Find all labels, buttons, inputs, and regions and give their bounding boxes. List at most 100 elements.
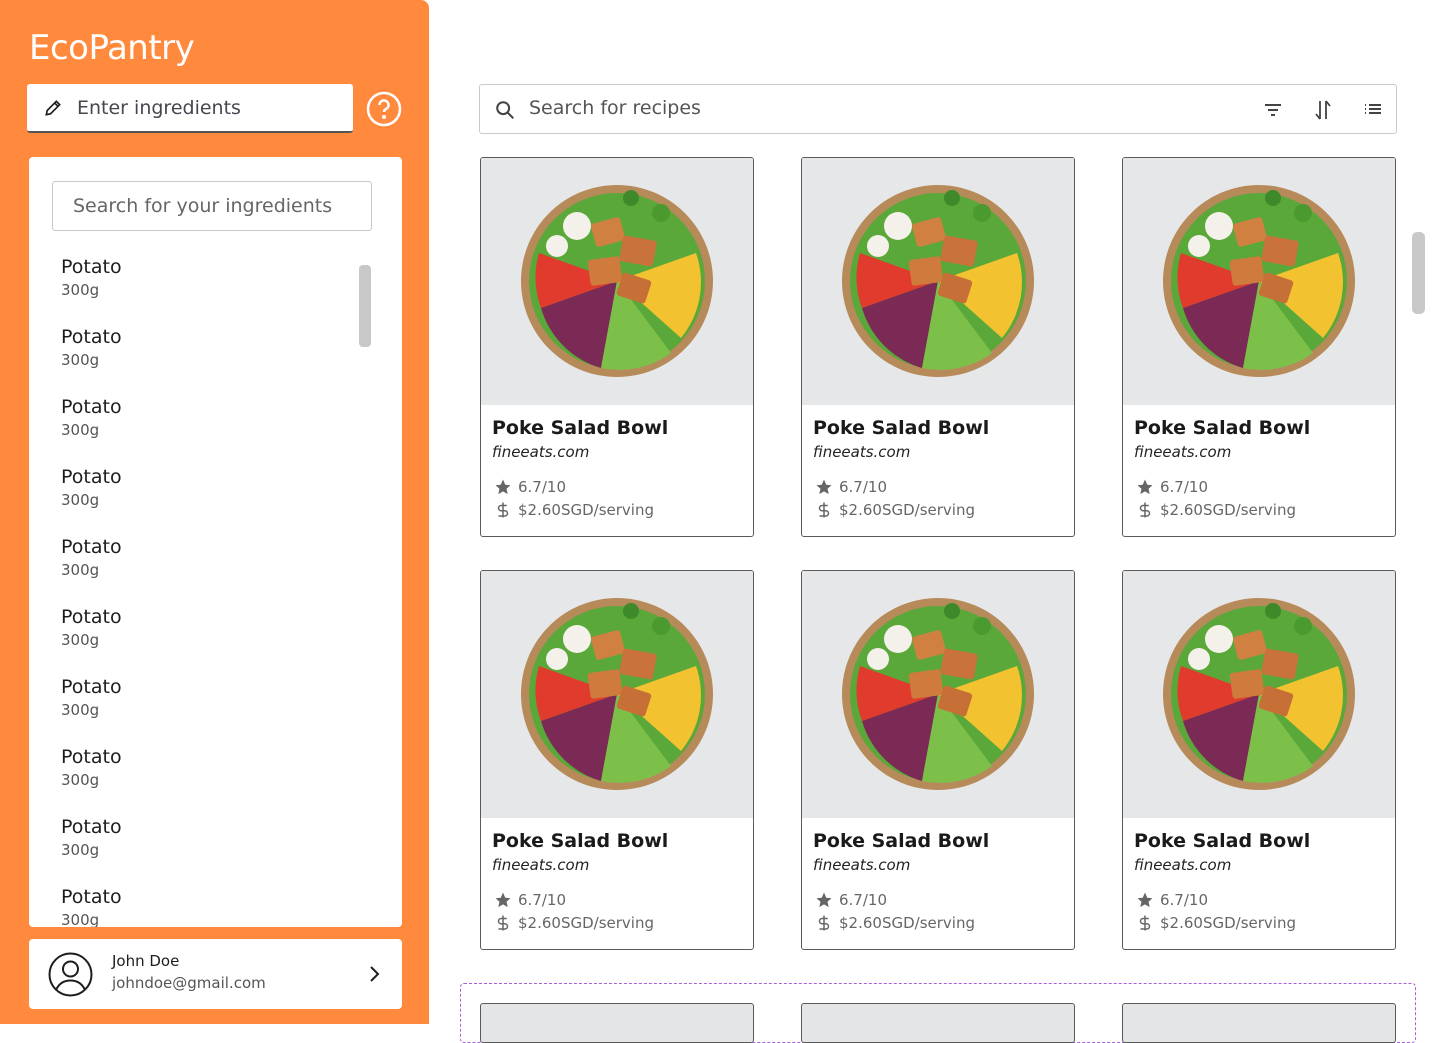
- recipe-price: $2.60SGD/serving: [1136, 501, 1296, 519]
- recipe-card[interactable]: Poke Salad Bowl fineeats.com 6.7/10 $2.6…: [801, 570, 1075, 950]
- chevron-right-icon[interactable]: [364, 963, 384, 985]
- ingredient-item[interactable]: Potato 300g: [61, 815, 341, 885]
- user-avatar-icon: [48, 952, 93, 997]
- user-email: johndoe@gmail.com: [112, 974, 266, 992]
- recipe-search-input[interactable]: [529, 97, 1129, 119]
- ingredient-name: Potato: [61, 886, 122, 908]
- recipe-title: Poke Salad Bowl: [1134, 417, 1311, 439]
- recipe-rating-value: 6.7/10: [518, 891, 566, 909]
- recipe-card[interactable]: Poke Salad Bowl fineeats.com 6.7/10 $2.6…: [1122, 570, 1396, 950]
- dollar-icon: [497, 915, 509, 931]
- ingredient-qty: 300g: [61, 911, 100, 927]
- recipe-price: $2.60SGD/serving: [1136, 914, 1296, 932]
- recipe-price-value: $2.60SGD/serving: [518, 914, 654, 932]
- recipe-price-value: $2.60SGD/serving: [518, 501, 654, 519]
- ingredient-name: Potato: [61, 396, 122, 418]
- filter-icon[interactable]: [1261, 98, 1285, 122]
- recipe-card[interactable]: Poke Salad Bowl fineeats.com 6.7/10 $2.6…: [480, 157, 754, 537]
- user-name: John Doe: [112, 952, 180, 970]
- ingredient-qty: 300g: [61, 281, 100, 299]
- recipe-search-bar[interactable]: [479, 84, 1397, 134]
- dollar-icon: [818, 502, 830, 518]
- star-icon: [816, 479, 832, 495]
- recipe-price: $2.60SGD/serving: [494, 914, 654, 932]
- recipe-price-value: $2.60SGD/serving: [839, 501, 975, 519]
- recipe-rating: 6.7/10: [815, 891, 887, 909]
- ingredient-name: Potato: [61, 606, 122, 628]
- recipe-rating: 6.7/10: [1136, 478, 1208, 496]
- recipe-rating-value: 6.7/10: [1160, 478, 1208, 496]
- pencil-icon: [45, 99, 61, 116]
- list-view-icon[interactable]: [1361, 98, 1385, 122]
- star-icon: [495, 892, 511, 908]
- ingredients-search[interactable]: [52, 181, 372, 231]
- recipe-image: [1123, 571, 1395, 818]
- ingredient-item[interactable]: Potato 300g: [61, 535, 341, 605]
- recipe-image: [481, 571, 753, 818]
- page-scrollbar[interactable]: [1412, 232, 1425, 314]
- dollar-icon: [1139, 915, 1151, 931]
- recipe-source: fineeats.com: [1134, 443, 1232, 461]
- star-icon: [1137, 892, 1153, 908]
- star-icon: [1137, 479, 1153, 495]
- recipe-card-partial[interactable]: [1122, 1003, 1396, 1043]
- ingredient-item[interactable]: Potato 300g: [61, 675, 341, 745]
- recipe-price-value: $2.60SGD/serving: [1160, 501, 1296, 519]
- ingredient-qty: 300g: [61, 491, 100, 509]
- ingredient-name: Potato: [61, 256, 122, 278]
- sidebar: EcoPantry Potato 300g Potato 300g Potato 30…: [0, 0, 429, 1024]
- ingredient-name: Potato: [61, 326, 122, 348]
- ingredient-qty: 300g: [61, 771, 100, 789]
- ingredients-search-input[interactable]: [73, 195, 363, 217]
- ingredient-item[interactable]: Potato 300g: [61, 605, 341, 675]
- recipe-card[interactable]: Poke Salad Bowl fineeats.com 6.7/10 $2.6…: [480, 570, 754, 950]
- ingredient-name: Potato: [61, 746, 122, 768]
- recipe-rating-value: 6.7/10: [839, 891, 887, 909]
- ingredient-qty: 300g: [61, 841, 100, 859]
- ingredient-qty: 300g: [61, 351, 100, 369]
- dollar-icon: [818, 915, 830, 931]
- star-icon: [816, 892, 832, 908]
- recipe-card[interactable]: Poke Salad Bowl fineeats.com 6.7/10 $2.6…: [801, 157, 1075, 537]
- recipe-rating-value: 6.7/10: [839, 478, 887, 496]
- recipe-card[interactable]: Poke Salad Bowl fineeats.com 6.7/10 $2.6…: [1122, 157, 1396, 537]
- dollar-icon: [1139, 502, 1151, 518]
- ingredient-item[interactable]: Potato 300g: [61, 255, 341, 325]
- recipe-rating: 6.7/10: [815, 478, 887, 496]
- recipe-card-partial[interactable]: [801, 1003, 1075, 1043]
- recipe-title: Poke Salad Bowl: [813, 417, 990, 439]
- app-logo: EcoPantry: [29, 28, 195, 68]
- ingredient-item[interactable]: Potato 300g: [61, 745, 341, 815]
- ingredients-scrollbar[interactable]: [359, 265, 371, 347]
- ingredient-item[interactable]: Potato 300g: [61, 885, 341, 927]
- recipe-source: fineeats.com: [492, 856, 590, 874]
- sort-icon[interactable]: [1311, 98, 1335, 122]
- star-icon: [495, 479, 511, 495]
- ingredient-qty: 300g: [61, 561, 100, 579]
- ingredients-panel: Potato 300g Potato 300g Potato 300g Potato 3…: [29, 157, 402, 927]
- enter-ingredients-field[interactable]: [27, 84, 353, 133]
- ingredient-item[interactable]: Potato 300g: [61, 465, 341, 535]
- recipe-price: $2.60SGD/serving: [815, 501, 975, 519]
- recipe-price-value: $2.60SGD/serving: [839, 914, 975, 932]
- recipe-source: fineeats.com: [813, 856, 911, 874]
- recipe-image: [481, 158, 753, 405]
- recipe-price-value: $2.60SGD/serving: [1160, 914, 1296, 932]
- dollar-icon: [497, 502, 509, 518]
- recipe-source: fineeats.com: [492, 443, 590, 461]
- enter-ingredients-input[interactable]: [77, 96, 327, 119]
- recipe-card-partial[interactable]: [480, 1003, 754, 1043]
- recipe-rating: 6.7/10: [494, 891, 566, 909]
- ingredient-name: Potato: [61, 536, 122, 558]
- recipe-rating-value: 6.7/10: [518, 478, 566, 496]
- recipe-price: $2.60SGD/serving: [815, 914, 975, 932]
- recipe-rating: 6.7/10: [1136, 891, 1208, 909]
- help-circle-icon[interactable]: [366, 91, 402, 127]
- recipe-image: [802, 571, 1074, 818]
- ingredient-name: Potato: [61, 676, 122, 698]
- ingredient-item[interactable]: Potato 300g: [61, 325, 341, 395]
- ingredient-name: Potato: [61, 816, 122, 838]
- ingredient-qty: 300g: [61, 421, 100, 439]
- user-profile-card[interactable]: John Doe johndoe@gmail.com: [29, 939, 402, 1009]
- ingredient-item[interactable]: Potato 300g: [61, 395, 341, 465]
